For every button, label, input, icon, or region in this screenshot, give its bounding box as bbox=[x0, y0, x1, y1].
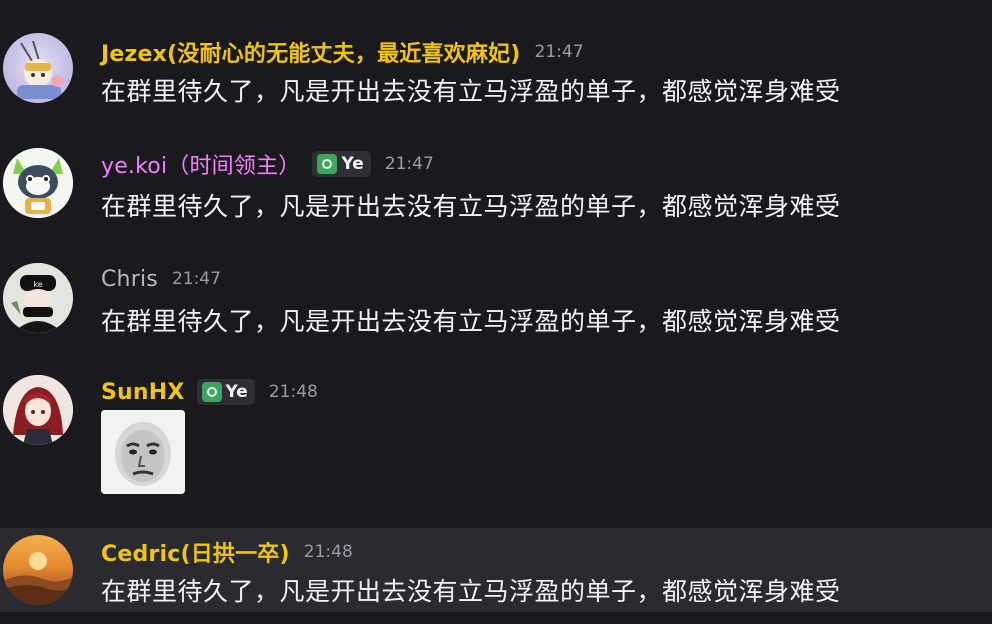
badge-label: Ye bbox=[225, 382, 248, 402]
avatar[interactable] bbox=[3, 535, 73, 605]
role-badge[interactable]: Ye bbox=[312, 151, 371, 177]
avatar[interactable] bbox=[3, 33, 73, 103]
message-text: 在群里待久了，凡是开出去没有立马浮盈的单子，都感觉浑身难受 bbox=[101, 77, 841, 106]
timestamp: 21:47 bbox=[171, 269, 221, 289]
svg-text:ke: ke bbox=[33, 280, 42, 289]
message-item: Jezex(没耐心的无能丈夫，最近喜欢麻妃) 21:47 在群里待久了，凡是开出… bbox=[0, 28, 992, 108]
username[interactable]: Cedric(日拱一卒) bbox=[101, 536, 290, 568]
dollar-gem-icon bbox=[317, 154, 338, 174]
meme-face-sticker[interactable] bbox=[101, 410, 185, 494]
avatar[interactable] bbox=[3, 375, 73, 445]
message-header: Chris 21:47 bbox=[101, 264, 221, 294]
message-text: 在群里待久了，凡是开出去没有立马浮盈的单子，都感觉浑身难受 bbox=[101, 577, 841, 606]
role-badge[interactable]: Ye bbox=[196, 379, 255, 405]
timestamp: 21:47 bbox=[384, 154, 434, 174]
message-item: ye.koi（时间领主） Ye 21:47 在群里待久了，凡是开出去没有立马浮盈… bbox=[0, 143, 992, 223]
message-item: Cedric(日拱一卒) 21:48 在群里待久了，凡是开出去没有立马浮盈的单子… bbox=[0, 528, 992, 612]
dollar-gem-icon bbox=[201, 382, 222, 402]
message-item: ke Chris 21:47 在群里待久了，凡是开出去没有立马浮盈的单子，都感觉… bbox=[0, 258, 992, 338]
timestamp: 21:47 bbox=[534, 42, 584, 62]
message-header: SunHX Ye 21:48 bbox=[101, 377, 318, 407]
username[interactable]: SunHX bbox=[101, 380, 185, 405]
badge-label: Ye bbox=[341, 154, 364, 174]
message-header: ye.koi（时间领主） Ye 21:47 bbox=[101, 149, 434, 179]
message-text: 在群里待久了，凡是开出去没有立马浮盈的单子，都感觉浑身难受 bbox=[101, 192, 841, 221]
message-header: Jezex(没耐心的无能丈夫，最近喜欢麻妃) 21:47 bbox=[101, 37, 584, 67]
message-text: 在群里待久了，凡是开出去没有立马浮盈的单子，都感觉浑身难受 bbox=[101, 307, 841, 336]
avatar[interactable]: ke bbox=[3, 263, 73, 333]
message-item: SunHX Ye 21:48 bbox=[0, 372, 992, 502]
timestamp: 21:48 bbox=[268, 382, 318, 402]
timestamp: 21:48 bbox=[303, 542, 353, 562]
username[interactable]: ye.koi（时间领主） bbox=[101, 148, 300, 180]
message-header: Cedric(日拱一卒) 21:48 bbox=[101, 537, 353, 567]
username[interactable]: Chris bbox=[101, 267, 158, 292]
avatar[interactable] bbox=[3, 148, 73, 218]
username[interactable]: Jezex(没耐心的无能丈夫，最近喜欢麻妃) bbox=[101, 36, 521, 68]
